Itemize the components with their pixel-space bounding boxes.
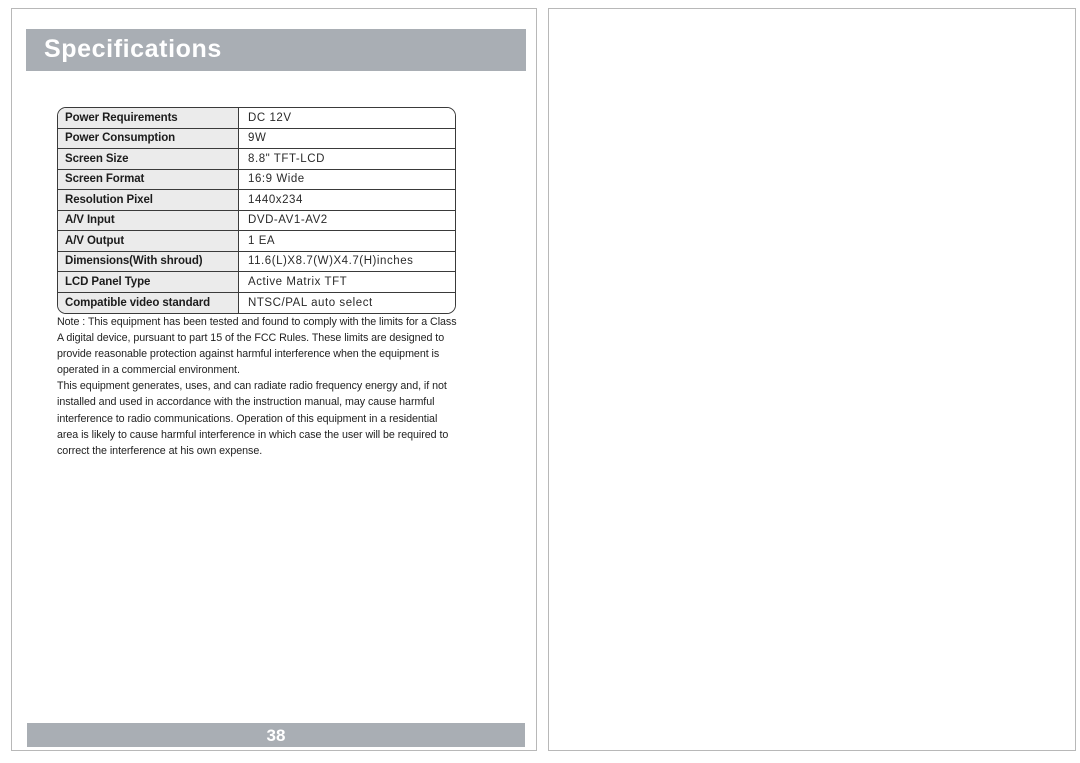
spec-value: 16:9 Wide [239,169,455,189]
spec-label: Power Consumption [58,128,239,148]
spec-row: Power Requirements DC 12V [58,108,455,129]
spec-value: NTSC/PAL auto select [239,292,455,313]
page-title-specifications: Specifications [44,34,222,63]
spec-row: Compatible video standard NTSC/PAL auto s… [58,292,455,313]
spec-row: A/V Output 1 EA [58,231,455,252]
spec-row: Power Consumption 9W [58,128,455,149]
spec-label: Screen Size [58,149,239,169]
fcc-note-paragraph-2: This equipment generates, uses, and can … [57,380,449,457]
spec-value: 1 EA [239,231,455,251]
spec-label: LCD Panel Type [58,272,239,292]
spec-value: 1440x234 [239,190,455,210]
spec-value: Active Matrix TFT [239,272,455,292]
spec-row: A/V Input DVD-AV1-AV2 [58,210,455,231]
spec-row: Screen Format 16:9 Wide [58,169,455,190]
spec-label: Screen Format [58,169,239,189]
specifications-table: Power Requirements DC 12V Power Consumptio… [57,107,456,314]
spec-label: A/V Output [58,231,239,251]
spec-value: 8.8" TFT-LCD [239,149,455,169]
spec-value: DVD-AV1-AV2 [239,210,455,230]
spec-label: A/V Input [58,210,239,230]
spec-row: Dimensions(With shroud) 11.6(L)X8.7(W)X4.… [58,251,455,272]
specifications-header-banner: Specifications [26,29,526,71]
footer-bar-left: 38 [27,723,525,747]
spec-value: DC 12V [239,108,455,128]
spec-row: LCD Panel Type Active Matrix TFT [58,272,455,293]
page-number-left: 38 [266,725,286,745]
page-border-right [548,8,1076,751]
spec-row: Screen Size 8.8" TFT-LCD [58,149,455,170]
fcc-note: Note : This equipment has been tested an… [57,314,457,459]
spec-label: Power Requirements [58,108,239,128]
fcc-note-paragraph-1: Note : This equipment has been tested an… [57,316,457,377]
spec-label: Dimensions(With shroud) [58,251,239,271]
spec-label: Resolution Pixel [58,190,239,210]
page-contents: Contents Caution4How To Control The Moni… [540,0,1080,763]
spec-row: Resolution Pixel 1440x234 [58,190,455,211]
page-specifications: Specifications Power Requirements DC 12V P… [0,0,540,763]
manual-spread: Specifications Power Requirements DC 12V P… [0,0,1080,763]
spec-label: Compatible video standard [58,292,239,313]
spec-value: 9W [239,128,455,148]
spec-value: 11.6(L)X8.7(W)X4.7(H)inches [239,251,455,271]
